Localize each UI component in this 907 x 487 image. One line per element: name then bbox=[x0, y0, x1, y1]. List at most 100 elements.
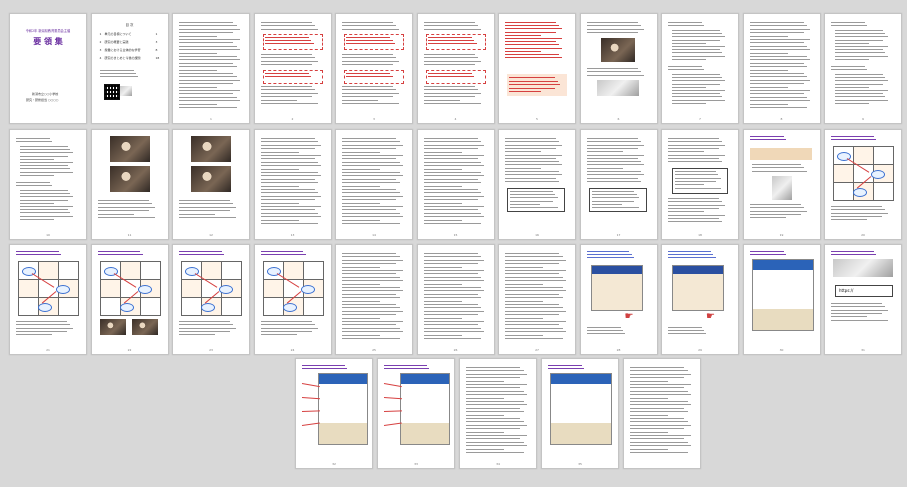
text-line bbox=[672, 52, 723, 54]
text-line bbox=[505, 144, 562, 146]
page-thumbnail-2[interactable]: 目 次 1 単元の目標について 1 2 研究の概要と実践 3 3 授業における主体的な学習 8 4 研… bbox=[90, 13, 169, 124]
page-number: 14 bbox=[372, 233, 376, 237]
text-line bbox=[586, 154, 644, 156]
page-thumbnail-23[interactable]: 21 bbox=[9, 244, 87, 355]
page-thumbnail-34[interactable]: 32 bbox=[295, 358, 373, 469]
text-line bbox=[260, 327, 318, 329]
text-line bbox=[423, 64, 475, 66]
thumbnail-image bbox=[119, 86, 132, 96]
text-line bbox=[749, 139, 786, 140]
page-thumbnail-15[interactable]: 13 bbox=[253, 129, 332, 240]
text-line bbox=[20, 155, 68, 157]
text-line bbox=[423, 138, 478, 139]
text-line bbox=[668, 161, 722, 163]
text-line bbox=[179, 327, 236, 329]
text-line bbox=[16, 324, 70, 326]
text-line bbox=[342, 22, 393, 23]
page-thumbnail-28[interactable]: 26 bbox=[416, 244, 495, 355]
text-line bbox=[342, 185, 381, 187]
diagram-cell bbox=[139, 297, 161, 316]
text-line bbox=[20, 174, 54, 176]
text-line bbox=[423, 223, 482, 224]
toc-item-text[interactable]: 研究の概要と実践 bbox=[105, 40, 129, 44]
text-line bbox=[423, 172, 482, 173]
text-line bbox=[260, 96, 312, 98]
text-line bbox=[423, 212, 482, 214]
page-thumbnail-22[interactable]: 20 bbox=[824, 129, 902, 240]
text-line bbox=[260, 216, 322, 218]
page-thumbnail-32[interactable]: 30 bbox=[742, 244, 821, 355]
text-line bbox=[630, 404, 691, 406]
diagram-cell bbox=[282, 261, 304, 280]
text-line bbox=[179, 210, 230, 212]
text-line bbox=[831, 312, 882, 314]
page-thumbnail-21[interactable]: 19 bbox=[742, 129, 821, 240]
text-line bbox=[835, 93, 883, 95]
page-thumbnail-5[interactable]: 3 bbox=[335, 13, 413, 124]
text-line bbox=[384, 368, 429, 369]
page-thumbnail-3[interactable]: 1 bbox=[172, 13, 250, 124]
text-line bbox=[835, 102, 869, 104]
text-line bbox=[179, 22, 234, 23]
diagram-cell bbox=[221, 261, 242, 280]
text-line bbox=[264, 43, 314, 44]
text-line bbox=[342, 158, 397, 160]
page-thumbnail-9[interactable]: 7 bbox=[661, 13, 739, 124]
toc-item-text[interactable]: 単元の目標について bbox=[105, 32, 132, 36]
page-thumbnail-11[interactable]: 9 bbox=[824, 13, 902, 124]
text-line bbox=[586, 28, 644, 30]
page-thumbnail-14[interactable]: 12 bbox=[172, 129, 250, 240]
text-line bbox=[835, 99, 889, 101]
page-thumbnail-16[interactable]: 14 bbox=[335, 129, 413, 240]
page-thumbnail-20[interactable]: 18 bbox=[661, 129, 739, 240]
page-thumbnail-38[interactable] bbox=[623, 358, 701, 469]
text-line bbox=[342, 266, 381, 268]
page-thumbnail-29[interactable]: 27 bbox=[498, 244, 576, 355]
toc-item-text[interactable]: 授業における主体的な学習 bbox=[105, 48, 141, 52]
page-thumbnail-35[interactable]: 33 bbox=[377, 358, 455, 469]
text-line bbox=[466, 401, 524, 402]
page-thumbnail-7[interactable]: 5 bbox=[498, 13, 576, 124]
text-line bbox=[16, 141, 52, 143]
page-thumbnail-12[interactable]: 10 bbox=[9, 129, 87, 240]
text-line bbox=[831, 66, 865, 67]
text-line bbox=[342, 263, 397, 265]
page-thumbnail-8[interactable]: 6 bbox=[579, 13, 658, 124]
page-thumbnail-18[interactable]: 16 bbox=[498, 129, 576, 240]
text-line bbox=[260, 25, 315, 27]
text-line bbox=[16, 254, 61, 255]
text-line bbox=[260, 22, 312, 23]
page-thumbnail-1[interactable]: 令和2年 新潟県教育委員会主催要 領 集新潟市立○○小学校 研究・研修担当 ○○○… bbox=[9, 13, 87, 124]
page-thumbnail-37[interactable]: 35 bbox=[541, 358, 619, 469]
text-line bbox=[591, 200, 634, 202]
page-thumbnail-27[interactable]: 25 bbox=[335, 244, 413, 355]
text-line bbox=[749, 22, 804, 23]
text-line bbox=[505, 50, 541, 52]
page-thumbnail-13[interactable]: 11 bbox=[90, 129, 169, 240]
text-line bbox=[260, 28, 318, 30]
text-line bbox=[423, 300, 462, 302]
text-line bbox=[20, 165, 68, 167]
text-line bbox=[668, 221, 722, 223]
text-line bbox=[586, 174, 644, 176]
page-thumbnail-33[interactable]: https:// 31 bbox=[824, 244, 902, 355]
page-thumbnail-10[interactable]: 8 bbox=[742, 13, 821, 124]
text-line bbox=[586, 138, 638, 139]
text-line bbox=[20, 149, 71, 151]
page-thumbnail-31[interactable]: ☛ 29 bbox=[661, 244, 739, 355]
page-number: 26 bbox=[453, 348, 458, 352]
text-line bbox=[260, 144, 322, 146]
page-thumbnail-19[interactable]: 17 bbox=[579, 129, 658, 240]
page-thumbnail-24[interactable]: 22 bbox=[90, 244, 169, 355]
toc-item-text[interactable]: 研究のまとめと今後の課題 bbox=[105, 56, 141, 60]
page-thumbnail-4[interactable]: 2 bbox=[253, 13, 332, 124]
page-thumbnail-17[interactable]: 15 bbox=[416, 129, 495, 240]
page-thumbnail-25[interactable]: 23 bbox=[172, 244, 250, 355]
text-line bbox=[505, 256, 563, 258]
page-thumbnail-26[interactable]: 24 bbox=[253, 244, 332, 355]
page-thumbnail-30[interactable]: ☛ 28 bbox=[579, 244, 658, 355]
text-line bbox=[749, 93, 804, 95]
page-thumbnail-36[interactable]: 34 bbox=[459, 358, 537, 469]
text-line bbox=[260, 60, 318, 62]
page-thumbnail-6[interactable]: 4 bbox=[416, 13, 495, 124]
